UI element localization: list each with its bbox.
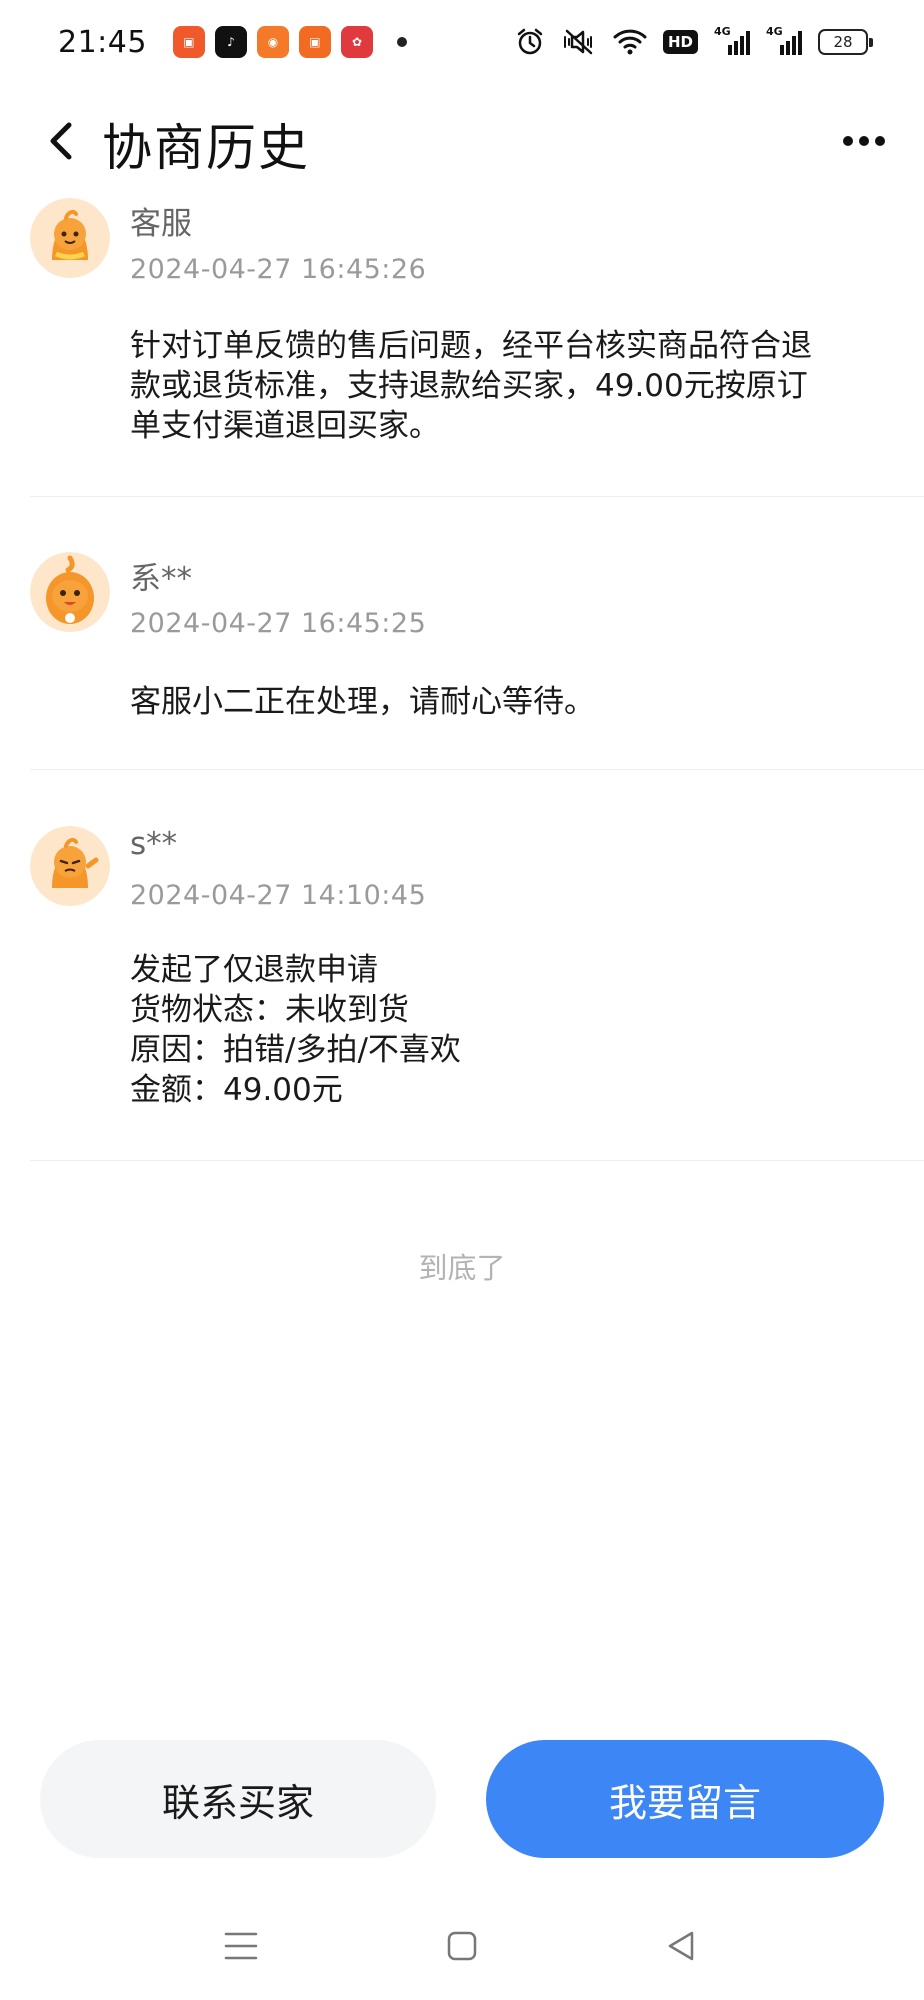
pinduoduo-app-icon: ✿ bbox=[340, 26, 373, 58]
notification-app-icons: ▣ ♪ ◉ ▣ ✿ bbox=[172, 26, 373, 58]
alarm-icon bbox=[515, 27, 545, 57]
mute-vibrate-icon bbox=[561, 27, 597, 57]
message-line: 金额：49.00元 bbox=[130, 1072, 343, 1108]
kuaishou-app-icon: ▣ bbox=[172, 26, 205, 58]
kuaishou-app-icon: ▣ bbox=[298, 26, 331, 58]
message-line: 单支付渠道退回买家。 bbox=[130, 408, 440, 444]
contact-buyer-button[interactable]: 联系买家 bbox=[40, 1740, 436, 1858]
leave-message-button[interactable]: 我要留言 bbox=[486, 1740, 884, 1858]
entry-message: 针对订单反馈的售后问题，经平台核实商品符合退 款或退货标准，支持退款给买家，49… bbox=[130, 326, 890, 446]
message-line: 原因：拍错/多拍/不喜欢 bbox=[130, 1032, 461, 1068]
entry-timestamp: 2024-04-27 14:10:45 bbox=[130, 880, 427, 911]
entry-message: 发起了仅退款申请 货物状态：未收到货 原因：拍错/多拍/不喜欢 金额：49.00… bbox=[130, 950, 890, 1110]
menu-button[interactable] bbox=[216, 1926, 266, 1966]
status-bar: 21:45 ▣ ♪ ◉ ▣ ✿ HD 4G 4G 28 bbox=[0, 0, 924, 84]
avatar bbox=[30, 552, 110, 632]
system-nav-bar bbox=[0, 1900, 924, 1990]
more-button[interactable] bbox=[834, 116, 894, 166]
avatar bbox=[30, 826, 110, 906]
message-line: 针对订单反馈的售后问题，经平台核实商品符合退 bbox=[130, 328, 812, 364]
message-line: 发起了仅退款申请 bbox=[130, 952, 378, 988]
divider bbox=[30, 769, 924, 770]
status-icons: HD 4G 4G 28 bbox=[515, 25, 873, 57]
more-dots-icon bbox=[843, 136, 853, 146]
divider bbox=[30, 1160, 924, 1161]
message-line: 款或退货标准，支持退款给买家，49.00元按原订 bbox=[130, 368, 808, 404]
battery-icon: 28 bbox=[818, 29, 873, 55]
page-title: 协商历史 bbox=[102, 119, 310, 177]
entry-message: 客服小二正在处理，请耐心等待。 bbox=[130, 682, 890, 722]
entry-author: 客服 bbox=[130, 206, 192, 242]
status-time: 21:45 bbox=[58, 24, 147, 60]
header: 协商历史 bbox=[0, 92, 924, 192]
divider bbox=[30, 496, 924, 497]
end-of-list-text: 到底了 bbox=[418, 1251, 506, 1285]
menu-icon bbox=[224, 1932, 258, 1960]
signal-4g-icon: 4G bbox=[766, 25, 802, 55]
back-button[interactable] bbox=[36, 116, 86, 166]
back-nav-button[interactable] bbox=[656, 1926, 706, 1966]
hd-voice-icon: HD bbox=[662, 30, 698, 54]
douyin-app-icon: ♪ bbox=[214, 26, 247, 58]
wifi-icon bbox=[613, 28, 647, 56]
home-button[interactable] bbox=[437, 1926, 487, 1966]
signal-4g-icon: 4G bbox=[714, 25, 750, 55]
avatar bbox=[30, 198, 110, 278]
message-line: 客服小二正在处理，请耐心等待。 bbox=[130, 684, 595, 720]
app-icon: ◉ bbox=[256, 26, 289, 58]
entry-timestamp: 2024-04-27 16:45:26 bbox=[130, 254, 427, 285]
entry-timestamp: 2024-04-27 16:45:25 bbox=[130, 608, 427, 639]
message-line: 货物状态：未收到货 bbox=[130, 992, 409, 1028]
back-triangle-icon bbox=[668, 1931, 694, 1961]
entry-author: s** bbox=[130, 826, 178, 862]
chevron-left-icon bbox=[50, 122, 72, 160]
notification-dot bbox=[396, 37, 407, 47]
entry-author: 系** bbox=[130, 561, 192, 597]
home-square-icon bbox=[447, 1931, 477, 1961]
